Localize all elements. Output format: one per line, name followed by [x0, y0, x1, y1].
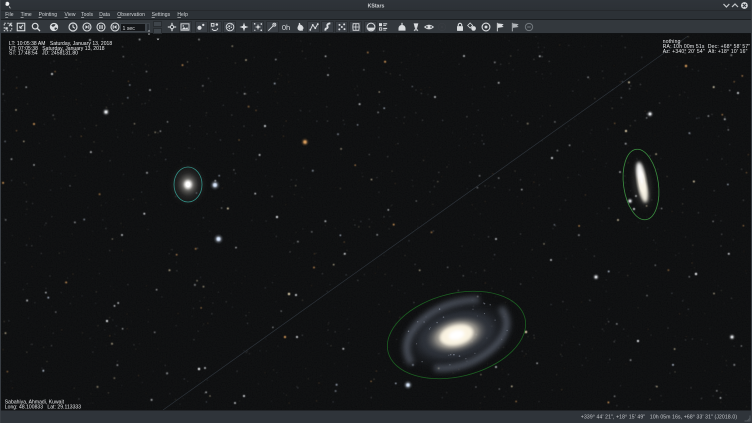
svg-text:Az: +340° 20' 54" Alt: +18° 1: Az: +340° 20' 54" Alt: +18° 10' 16": [663, 49, 748, 55]
svg-text:Observation: Observation: [117, 12, 145, 18]
svg-text:Data: Data: [99, 12, 110, 18]
svg-text:Pointing: Pointing: [39, 12, 58, 18]
svg-text:ST: 17:48:54 JD: 2458131.80: ST: 17:48:54 JD: 2458131.80: [9, 51, 78, 57]
svg-text:0h: 0h: [282, 23, 290, 32]
svg-text:File: File: [5, 12, 13, 18]
svg-text:Tools: Tools: [81, 12, 93, 18]
svg-text:Time: Time: [21, 12, 32, 18]
svg-text:View: View: [65, 12, 76, 18]
svg-text:+339° 44' 21", +18° 15' 49": +339° 44' 21", +18° 15' 49" 10h 05m 16s,…: [581, 414, 737, 420]
svg-text:1 sec: 1 sec: [123, 26, 136, 32]
svg-text:Settings: Settings: [152, 12, 171, 18]
svg-text:Help: Help: [177, 12, 188, 18]
